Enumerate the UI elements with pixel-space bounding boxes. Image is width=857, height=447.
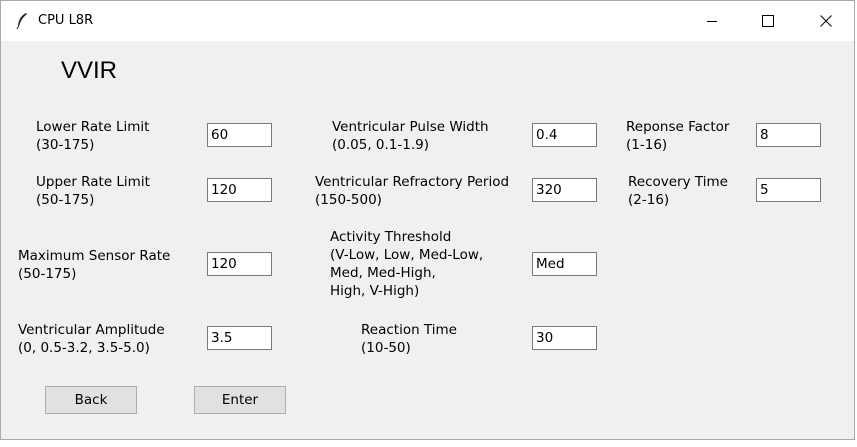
feather-icon (16, 13, 27, 30)
ventricular-pulse-width-label: Ventricular Pulse Width (0.05, 0.1-1.9) (332, 119, 489, 153)
upper-rate-limit-input[interactable] (207, 178, 272, 202)
activity-threshold-input[interactable] (532, 252, 597, 276)
reaction-time-label: Reaction Time (10-50) (361, 322, 457, 356)
response-factor-label: Reponse Factor (1-16) (626, 119, 730, 153)
minimize-icon (707, 21, 717, 22)
ventricular-amplitude-label: Ventricular Amplitude (0, 0.5-3.2, 3.5-5… (18, 322, 165, 356)
minimize-button[interactable] (689, 1, 735, 41)
enter-button[interactable]: Enter (194, 386, 286, 414)
upper-rate-limit-label: Upper Rate Limit (50-175) (36, 174, 150, 208)
ventricular-refractory-period-label: Ventricular Refractory Period (150-500) (315, 174, 510, 208)
maximum-sensor-rate-label: Maximum Sensor Rate (50-175) (18, 248, 171, 282)
ventricular-amplitude-input[interactable] (207, 326, 272, 350)
maximize-button[interactable] (745, 1, 791, 41)
lower-rate-limit-input[interactable] (207, 123, 272, 147)
app-window: CPU L8R VVIR Lower Rate Limit (30-175) U… (0, 0, 855, 440)
reaction-time-input[interactable] (532, 326, 597, 350)
maximum-sensor-rate-input[interactable] (207, 252, 272, 276)
response-factor-input[interactable] (756, 123, 821, 147)
activity-threshold-label: Activity Threshold (V-Low, Low, Med-Low,… (330, 229, 484, 299)
recovery-time-input[interactable] (756, 178, 821, 202)
ventricular-pulse-width-input[interactable] (532, 123, 597, 147)
mode-title: VVIR (61, 57, 118, 84)
back-button[interactable]: Back (45, 386, 137, 414)
close-button[interactable] (803, 1, 849, 41)
close-icon (820, 15, 832, 27)
ventricular-refractory-period-input[interactable] (532, 178, 597, 202)
recovery-time-label: Recovery Time (2-16) (628, 174, 728, 208)
maximize-icon (762, 15, 774, 27)
lower-rate-limit-label: Lower Rate Limit (30-175) (36, 119, 150, 153)
window-title: CPU L8R (38, 13, 94, 28)
title-bar[interactable]: CPU L8R (1, 1, 854, 41)
